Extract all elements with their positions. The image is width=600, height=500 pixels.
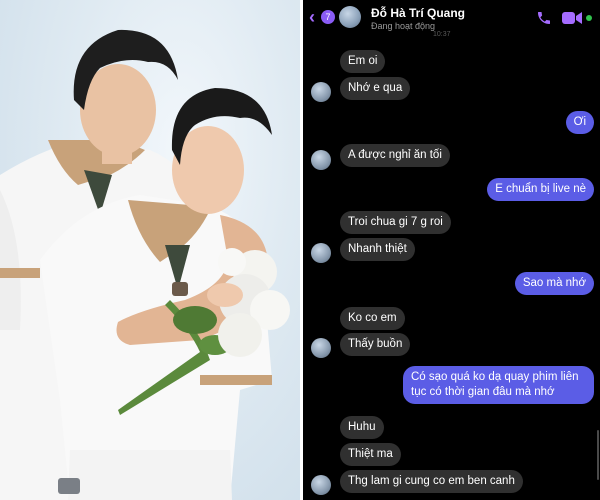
contact-avatar[interactable] xyxy=(339,6,361,28)
message-outgoing[interactable]: Sao mà nhớ xyxy=(514,272,594,295)
back-man-neck xyxy=(102,146,132,164)
message-incoming[interactable]: Huhu xyxy=(340,416,384,439)
front-man-trousers xyxy=(68,450,232,500)
couple-illustration xyxy=(0,29,290,500)
message-incoming[interactable]: Nhớ e qua xyxy=(340,77,411,100)
sender-avatar xyxy=(311,150,331,170)
chevron-left-icon[interactable]: ‹ xyxy=(309,8,315,26)
message-incoming[interactable]: Thg lam gi cung co em ben canh xyxy=(340,470,523,493)
message-incoming[interactable]: Thiệt ma xyxy=(340,443,401,466)
message-incoming[interactable]: Ko co em xyxy=(340,307,405,330)
message-incoming[interactable]: Thấy buồn xyxy=(340,333,411,356)
unread-badge: 7 xyxy=(321,10,335,24)
scrollbar[interactable] xyxy=(597,430,599,480)
sender-avatar xyxy=(311,475,331,495)
wristwatch xyxy=(172,282,188,296)
online-status-dot xyxy=(586,15,592,21)
message-outgoing[interactable]: Ơi xyxy=(565,111,594,134)
leaf-1 xyxy=(173,306,217,334)
messenger-chat[interactable]: ‹ 7 Đỗ Hà Trí Quang Đang hoạt động 10:37… xyxy=(303,0,600,500)
front-man-hand xyxy=(207,283,243,307)
video-camera-icon[interactable] xyxy=(562,11,582,25)
sender-avatar xyxy=(311,243,331,263)
timestamp: 10:37 xyxy=(433,31,451,38)
message-incoming[interactable]: Troi chua gi 7 g roi xyxy=(340,211,451,234)
message-incoming[interactable]: Nhanh thiệt xyxy=(340,238,415,261)
sender-avatar xyxy=(311,338,331,358)
bracelet xyxy=(58,478,80,494)
sender-avatar xyxy=(311,82,331,102)
message-incoming[interactable]: A được nghỉ ăn tối xyxy=(340,144,450,167)
back-man-sleeve-stripe xyxy=(0,268,40,278)
contact-name[interactable]: Đỗ Hà Trí Quang xyxy=(371,6,465,20)
flower-4 xyxy=(218,313,262,357)
message-incoming[interactable]: Em oi xyxy=(340,50,386,73)
contact-status: Đang hoạt động xyxy=(371,21,436,31)
chat-header: ‹ 7 Đỗ Hà Trí Quang Đang hoạt động 10:37 xyxy=(303,0,600,44)
couple-photo xyxy=(0,0,300,500)
message-outgoing[interactable]: E chuẩn bị live nè xyxy=(487,178,594,201)
phone-icon[interactable] xyxy=(536,10,552,26)
message-outgoing[interactable]: Có sạo quá ko dạ quay phim liên tục có t… xyxy=(403,366,594,404)
flower-5 xyxy=(218,248,246,276)
front-man-sleeve-stripe xyxy=(200,375,272,385)
